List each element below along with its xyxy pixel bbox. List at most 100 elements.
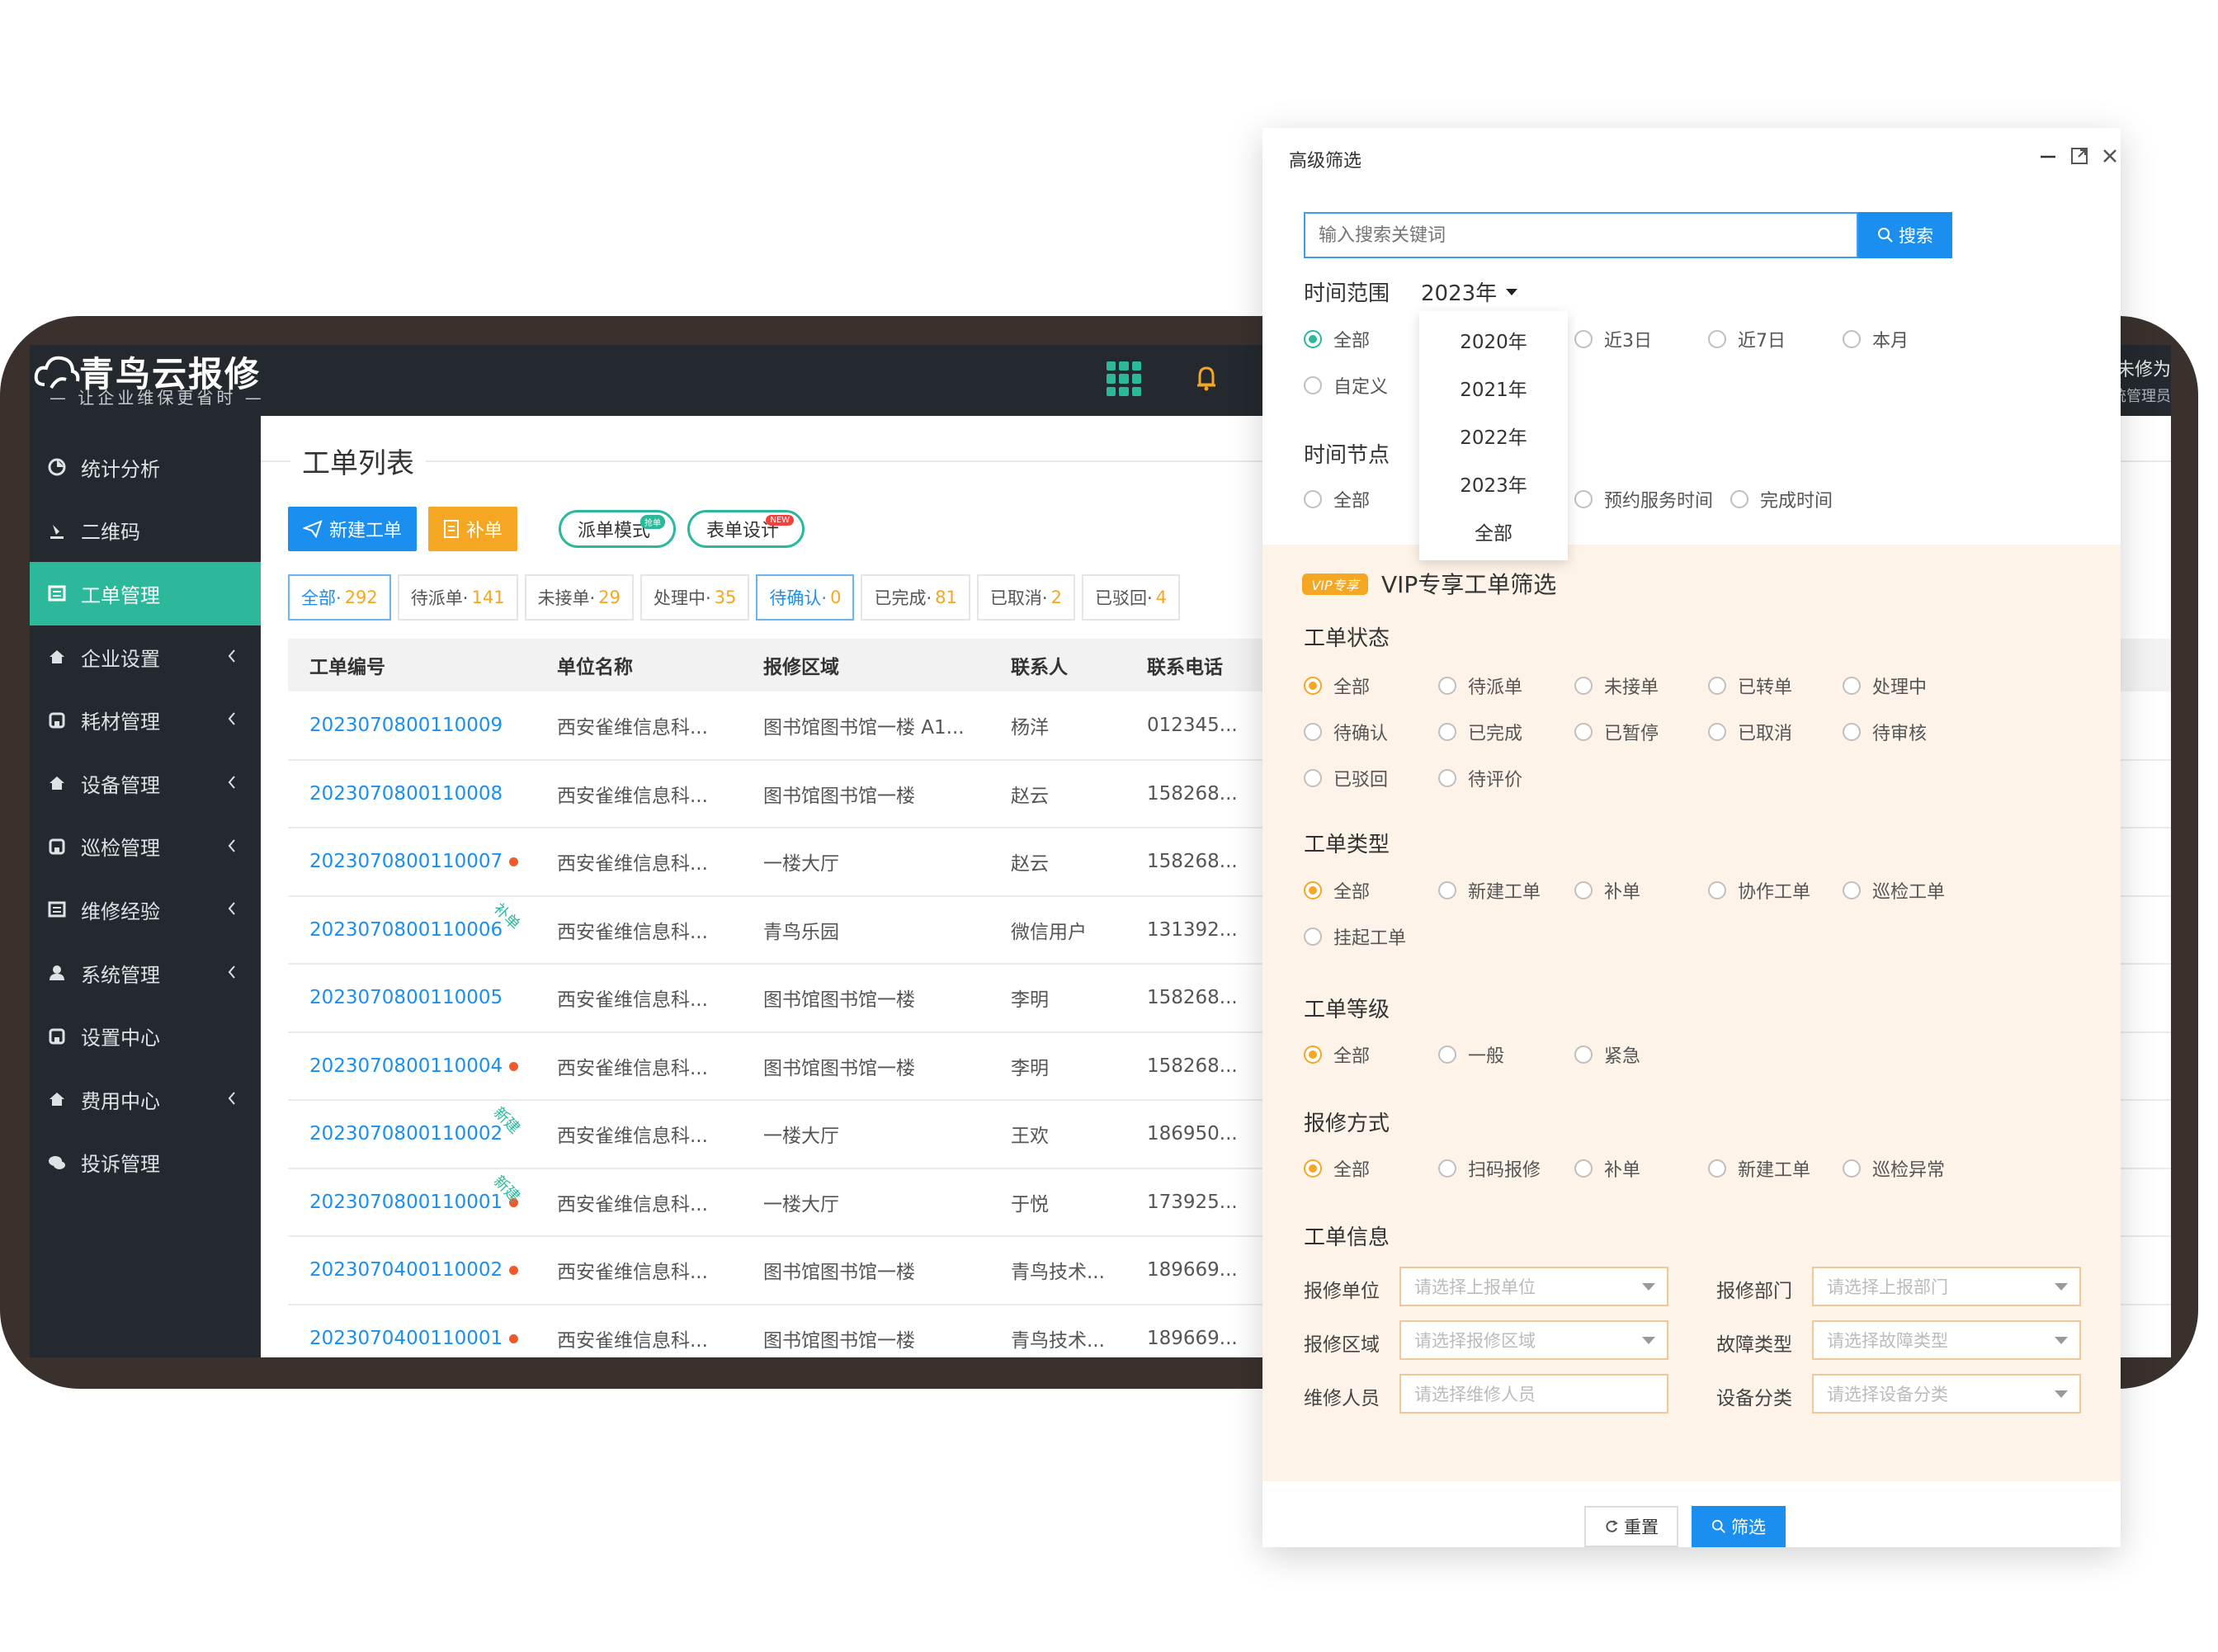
tab-rejected[interactable]: 已驳回· 4 (1081, 574, 1181, 621)
tab-pending-dispatch[interactable]: 待派单· 141 (397, 574, 518, 621)
advanced-filter-dialog: 高级筛选 搜索 时间范围 2023年 全部 自定义 近3日 近7日 本月 时间节… (1262, 128, 2121, 1547)
sidebar-item-billing[interactable]: 费用中心 (30, 1068, 261, 1131)
time-range-7days-radio[interactable]: 近7日 (1708, 326, 1786, 352)
order-type-radio[interactable]: 新建工单 (1438, 877, 1541, 904)
repair-dept-select[interactable]: 请选择上报部门 (1812, 1267, 2081, 1306)
time-range-3days-radio[interactable]: 近3日 (1574, 326, 1652, 352)
order-type-radio[interactable]: 补单 (1574, 877, 1640, 904)
order-level-radio[interactable]: 紧急 (1574, 1041, 1640, 1068)
tab-processing[interactable]: 处理中· 35 (639, 574, 750, 621)
app-logo[interactable]: 青鸟云报修 — 让企业维保更省时 — (30, 345, 262, 416)
time-node-appointment-radio[interactable]: 预约服务时间 (1574, 486, 1713, 512)
column-header[interactable]: 联系人 (989, 639, 1126, 691)
time-range-all-radio[interactable]: 全部 (1304, 326, 1370, 352)
repair-method-radio[interactable]: 全部 (1304, 1155, 1370, 1182)
order-code-link[interactable]: 2023070800110004 (288, 1031, 536, 1101)
contact-cell: 于悦 (989, 1168, 1126, 1237)
minimize-icon[interactable] (2038, 146, 2058, 166)
sidebar-item-repair-experience[interactable]: 维修经验 (30, 878, 261, 942)
search-input[interactable] (1304, 212, 1858, 258)
order-code-link[interactable]: 2023070400110002 (288, 1236, 536, 1305)
repair-method-radio[interactable]: 补单 (1574, 1155, 1640, 1182)
sidebar-item-inspection[interactable]: 巡检管理 (30, 815, 261, 879)
order-code-link[interactable]: 2023070800110008 (288, 759, 536, 828)
order-code-link[interactable]: 2023070400110001 (288, 1304, 536, 1357)
sidebar-item-equipment[interactable]: 设备管理 (30, 752, 261, 815)
order-status-radio[interactable]: 已驳回 (1304, 765, 1388, 791)
maximize-icon[interactable] (2069, 146, 2089, 166)
sidebar-item-work-orders[interactable]: 工单管理 (30, 562, 261, 625)
order-status-radio[interactable]: 已取消 (1708, 719, 1792, 745)
order-code-link[interactable]: 2023070800110009 (288, 691, 536, 761)
year-option[interactable]: 2022年 (1419, 412, 1568, 460)
year-option[interactable]: 全部 (1419, 507, 1568, 555)
sidebar-item-qrcode[interactable]: 二维码 (30, 499, 261, 563)
new-order-button[interactable]: 新建工单 (288, 507, 418, 551)
send-icon (303, 520, 323, 538)
time-range-month-radio[interactable]: 本月 (1843, 326, 1909, 352)
order-code-link[interactable]: 2023070800110007 (288, 828, 536, 897)
year-dropdown[interactable]: 2023年 (1421, 276, 1518, 307)
caret-down-icon (1506, 288, 1518, 295)
order-type-radio[interactable]: 协作工单 (1708, 877, 1810, 904)
search-button[interactable]: 搜索 (1858, 212, 1952, 258)
order-status-radio[interactable]: 待确认 (1304, 719, 1388, 745)
time-node-completed-radio[interactable]: 完成时间 (1730, 486, 1833, 512)
order-status-radio[interactable]: 未接单 (1574, 673, 1659, 699)
order-status-radio[interactable]: 全部 (1304, 673, 1370, 699)
order-status-radio[interactable]: 已暂停 (1574, 719, 1659, 745)
column-header[interactable]: 工单编号 (288, 639, 536, 691)
tab-all[interactable]: 全部· 292 (288, 574, 391, 621)
time-node-all-radio[interactable]: 全部 (1304, 486, 1370, 512)
device-category-select[interactable]: 请选择设备分类 (1812, 1374, 2081, 1414)
sidebar-item-complaints[interactable]: 投诉管理 (30, 1131, 261, 1195)
order-status-radio[interactable]: 处理中 (1843, 673, 1927, 699)
order-type-radio[interactable]: 巡检工单 (1843, 877, 1945, 904)
repair-area-select[interactable]: 请选择报修区域 (1399, 1320, 1668, 1360)
order-code-link[interactable]: 2023070800110006 补单 (288, 895, 536, 965)
apps-grid-icon[interactable] (1107, 361, 1141, 396)
order-code-link[interactable]: 2023070800110005 (288, 964, 536, 1033)
order-status-radio[interactable]: 已转单 (1708, 673, 1792, 699)
year-option[interactable]: 2021年 (1419, 364, 1568, 412)
sidebar-item-enterprise[interactable]: 企业设置 (30, 625, 261, 689)
repairer-select[interactable]: 请选择维修人员 (1399, 1374, 1668, 1414)
supplement-button[interactable]: 补单 (428, 507, 518, 551)
order-level-radio[interactable]: 全部 (1304, 1041, 1370, 1068)
order-code-link[interactable]: 2023070800110001 新建 (288, 1168, 536, 1237)
repair-method-radio[interactable]: 扫码报修 (1438, 1155, 1541, 1182)
order-status-radio[interactable]: 待评价 (1438, 765, 1522, 791)
chevron-left-icon (228, 902, 235, 915)
year-option[interactable]: 2023年 (1419, 460, 1568, 507)
order-status-radio[interactable]: 待审核 (1843, 719, 1927, 745)
sidebar-item-settings-center[interactable]: 设置中心 (30, 1004, 261, 1068)
bell-icon[interactable] (1190, 361, 1223, 394)
year-option[interactable]: 2020年 (1419, 316, 1568, 364)
tab-cancelled[interactable]: 已取消· 2 (976, 574, 1075, 621)
reset-button[interactable]: 重置 (1584, 1506, 1678, 1547)
contact-cell: 赵云 (989, 828, 1126, 897)
order-level-radio[interactable]: 一般 (1438, 1041, 1504, 1068)
dispatch-mode-button[interactable]: 派单模式 抢单 (559, 510, 677, 548)
column-header[interactable]: 单位名称 (536, 639, 742, 691)
order-type-radio[interactable]: 全部 (1304, 877, 1370, 904)
fault-type-select[interactable]: 请选择故障类型 (1812, 1320, 2081, 1360)
order-code-link[interactable]: 2023070800110002 新建 (288, 1100, 536, 1169)
close-icon[interactable] (2100, 146, 2120, 166)
tab-pending-confirm[interactable]: 待确认· 0 (756, 574, 855, 621)
sidebar-item-system[interactable]: 系统管理 (30, 942, 261, 1005)
tab-not-accepted[interactable]: 未接单· 29 (524, 574, 634, 621)
order-status-radio[interactable]: 待派单 (1438, 673, 1522, 699)
column-header[interactable]: 报修区域 (742, 639, 989, 691)
repair-method-radio[interactable]: 新建工单 (1708, 1155, 1810, 1182)
order-type-radio[interactable]: 挂起工单 (1304, 923, 1406, 950)
filter-button[interactable]: 筛选 (1692, 1506, 1786, 1547)
repair-unit-select[interactable]: 请选择上报单位 (1399, 1267, 1668, 1306)
order-status-radio[interactable]: 已完成 (1438, 719, 1522, 745)
time-range-custom-radio[interactable]: 自定义 (1304, 372, 1388, 399)
sidebar-item-consumables[interactable]: 耗材管理 (30, 688, 261, 752)
sidebar-item-statistics[interactable]: 统计分析 (30, 436, 261, 499)
tab-completed[interactable]: 已完成· 81 (861, 574, 970, 621)
repair-method-radio[interactable]: 巡检异常 (1843, 1155, 1945, 1182)
form-design-button[interactable]: 表单设计 NEW (687, 510, 805, 548)
